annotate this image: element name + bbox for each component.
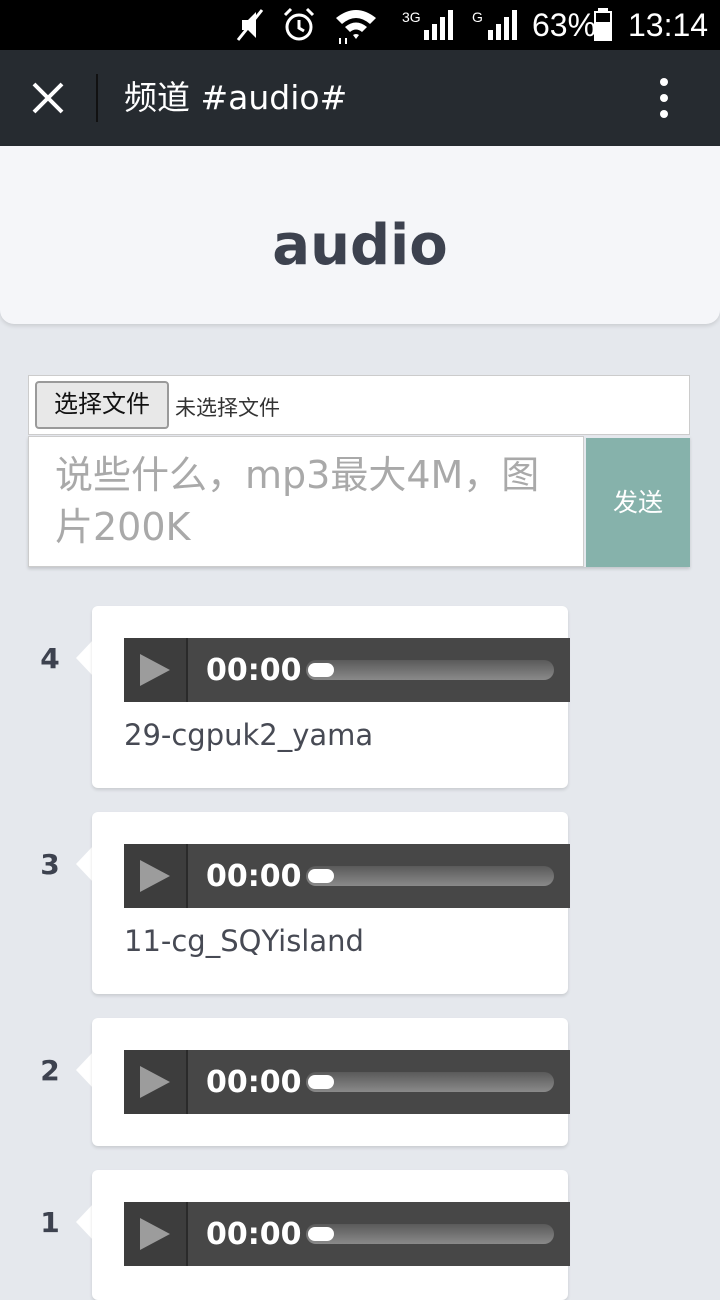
time-display: 00:00 (206, 859, 302, 894)
play-icon (140, 654, 170, 686)
bubble-arrow (76, 846, 93, 882)
app-bar-divider (96, 74, 98, 122)
file-status-text: 未选择文件 (175, 396, 280, 420)
bubble-arrow (76, 640, 93, 676)
send-button[interactable]: 发送 (586, 438, 690, 567)
time-display: 00:00 (206, 653, 302, 688)
status-bar: 3G G 63% 13:14 (0, 0, 720, 50)
alarm-icon (283, 7, 315, 41)
page-title: audio (272, 213, 448, 278)
post-number: 4 (40, 642, 60, 675)
audio-player: 00:00 (124, 1202, 570, 1266)
more-vert-icon (660, 78, 668, 118)
battery-icon (594, 8, 612, 41)
time-display: 00:00 (206, 1217, 302, 1252)
post-number: 1 (40, 1206, 60, 1239)
audio-player: 00:00 (124, 844, 570, 908)
progress-handle[interactable] (308, 869, 334, 883)
list-item: 1 00:00 (0, 1170, 720, 1300)
close-button[interactable] (24, 74, 72, 122)
time-display: 00:00 (206, 1065, 302, 1100)
network-g-label: G (472, 9, 483, 25)
more-options-button[interactable] (640, 74, 688, 122)
progress-track[interactable] (306, 1224, 554, 1244)
audio-player: 00:00 (124, 638, 570, 702)
post-bubble: 00:00 (92, 1018, 570, 1146)
progress-handle[interactable] (308, 1075, 334, 1089)
signal-g-icon (488, 10, 517, 40)
progress-track[interactable] (306, 660, 554, 680)
audio-filename: 11-cg_SQYisland (124, 924, 364, 958)
bubble-arrow (76, 1052, 93, 1088)
post-bubble: 00:00 (92, 1170, 570, 1300)
play-button[interactable] (124, 638, 188, 702)
network-3g-label: 3G (402, 9, 421, 25)
bubble-arrow (76, 1204, 93, 1240)
post-bubble: 00:00 29-cgpuk2_yama (92, 606, 570, 788)
progress-handle[interactable] (308, 1227, 334, 1241)
play-icon (140, 860, 170, 892)
play-icon (140, 1218, 170, 1250)
list-item: 3 00:00 11-cg_SQYisland (0, 812, 720, 994)
file-chooser: 选择文件 未选择文件 (28, 375, 690, 435)
audio-filename: 29-cgpuk2_yama (124, 718, 374, 752)
close-icon (32, 82, 64, 114)
post-bubble: 00:00 11-cg_SQYisland (92, 812, 570, 994)
clock: 13:14 (628, 7, 709, 43)
signal-3g-icon (424, 10, 453, 40)
play-button[interactable] (124, 1050, 188, 1114)
play-button[interactable] (124, 844, 188, 908)
mute-icon (236, 9, 264, 41)
audio-player: 00:00 (124, 1050, 570, 1114)
progress-track[interactable] (306, 866, 554, 886)
post-number: 3 (40, 848, 60, 881)
play-button[interactable] (124, 1202, 188, 1266)
play-icon (140, 1066, 170, 1098)
battery-percent: 63% (532, 7, 597, 43)
list-item: 2 00:00 (0, 1018, 720, 1146)
composer: 说些什么，mp3最大4M，图片200K 发送 (28, 436, 690, 567)
channel-title: 频道 #audio# (124, 78, 348, 117)
progress-handle[interactable] (308, 663, 334, 677)
choose-file-button[interactable]: 选择文件 (35, 381, 169, 429)
message-input[interactable]: 说些什么，mp3最大4M，图片200K (28, 436, 584, 567)
wifi-icon (336, 10, 376, 44)
app-bar: 频道 #audio# (0, 50, 720, 146)
post-number: 2 (40, 1054, 60, 1087)
list-item: 4 00:00 29-cgpuk2_yama (0, 606, 720, 788)
header-card: audio (0, 146, 720, 324)
progress-track[interactable] (306, 1072, 554, 1092)
